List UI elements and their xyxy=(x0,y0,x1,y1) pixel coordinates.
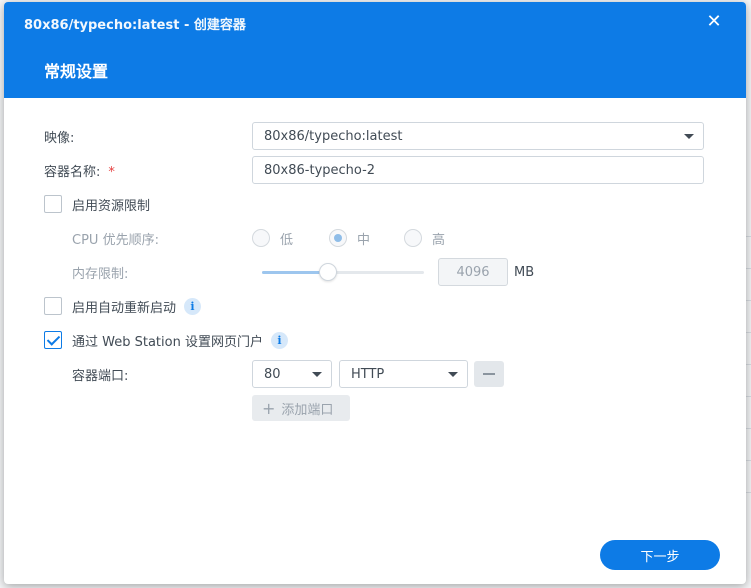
info-icon[interactable]: i xyxy=(270,331,288,349)
window-title: 80x86/typecho:latest - 创建容器 xyxy=(24,18,246,33)
cpu-radio-high[interactable] xyxy=(404,229,422,247)
required-marker: * xyxy=(108,164,115,180)
remove-port-button[interactable] xyxy=(474,361,504,387)
image-select[interactable]: 80x86/typecho:latest xyxy=(252,122,704,150)
protocol-value: HTTP xyxy=(351,366,385,382)
image-row: 映像: 80x86/typecho:latest xyxy=(4,122,746,150)
close-icon: ✕ xyxy=(706,11,722,32)
container-port-row: 容器端口: 80 HTTP xyxy=(4,360,746,388)
web-station-label-wrap: 通过 Web Station 设置网页门户 i xyxy=(72,331,288,350)
dialog-footer: 下一步 xyxy=(4,528,746,584)
cpu-radio-low[interactable] xyxy=(252,229,270,247)
close-button[interactable]: ✕ xyxy=(704,12,724,32)
memory-slider-thumb[interactable] xyxy=(319,263,338,281)
resource-limit-label: 启用资源限制 xyxy=(72,198,151,214)
cpu-radio-high-label: 高 xyxy=(432,232,446,248)
container-name-value: 80x86-typecho-2 xyxy=(264,162,376,178)
cpu-radio-medium[interactable] xyxy=(329,229,347,247)
auto-restart-label: 启用自动重新启动 xyxy=(72,300,177,316)
auto-restart-label-wrap: 启用自动重新启动 i xyxy=(72,297,202,316)
memory-limit-label: 内存限制: xyxy=(72,266,129,282)
plus-icon: + xyxy=(262,398,276,418)
create-container-dialog: 80x86/typecho:latest - 创建容器 ✕ 常规设置 映像: 8… xyxy=(4,2,746,584)
memory-limit-row: 内存限制: 4096 MB xyxy=(4,258,746,286)
auto-restart-checkbox[interactable] xyxy=(44,297,62,315)
chevron-down-icon xyxy=(684,134,694,139)
section-title: 常规设置 xyxy=(44,62,109,81)
memory-value-input[interactable]: 4096 xyxy=(438,258,508,286)
resource-limit-row: 启用资源限制 xyxy=(4,190,746,218)
dialog-header: 80x86/typecho:latest - 创建容器 ✕ 常规设置 xyxy=(4,2,746,98)
auto-restart-row: 启用自动重新启动 i xyxy=(4,292,746,320)
cpu-radio-low-label: 低 xyxy=(280,232,294,248)
name-row: 容器名称: * 80x86-typecho-2 xyxy=(4,156,746,184)
container-name-input[interactable]: 80x86-typecho-2 xyxy=(252,156,704,184)
memory-value: 4096 xyxy=(456,264,490,280)
container-port-label: 容器端口: xyxy=(72,368,129,384)
resource-limit-checkbox[interactable] xyxy=(44,195,62,213)
cpu-priority-label: CPU 优先顺序: xyxy=(72,232,159,248)
memory-unit: MB xyxy=(514,264,535,280)
web-station-row: 通过 Web Station 设置网页门户 i xyxy=(4,326,746,354)
chevron-down-icon xyxy=(448,372,458,377)
image-label: 映像: xyxy=(44,130,75,146)
port-select[interactable]: 80 xyxy=(252,360,332,388)
name-label: 容器名称: * xyxy=(44,164,115,180)
memory-slider-track[interactable] xyxy=(262,271,424,274)
chevron-down-icon xyxy=(312,372,322,377)
web-station-checkbox[interactable] xyxy=(44,331,62,349)
add-port-row: + 添加端口 xyxy=(4,394,746,422)
add-port-label: 添加端口 xyxy=(281,402,334,418)
cpu-radio-medium-label: 中 xyxy=(357,232,371,248)
image-value: 80x86/typecho:latest xyxy=(264,128,403,144)
next-button[interactable]: 下一步 xyxy=(600,540,720,570)
info-icon[interactable]: i xyxy=(184,297,202,315)
web-station-label: 通过 Web Station 设置网页门户 xyxy=(72,334,263,350)
protocol-select[interactable]: HTTP xyxy=(339,360,468,388)
port-value: 80 xyxy=(264,366,281,382)
dialog-content: 映像: 80x86/typecho:latest 容器名称: * 80x86-ty… xyxy=(4,98,746,584)
add-port-button[interactable]: + 添加端口 xyxy=(252,395,350,421)
cpu-priority-row: CPU 优先顺序: 低 中 高 xyxy=(4,224,746,252)
